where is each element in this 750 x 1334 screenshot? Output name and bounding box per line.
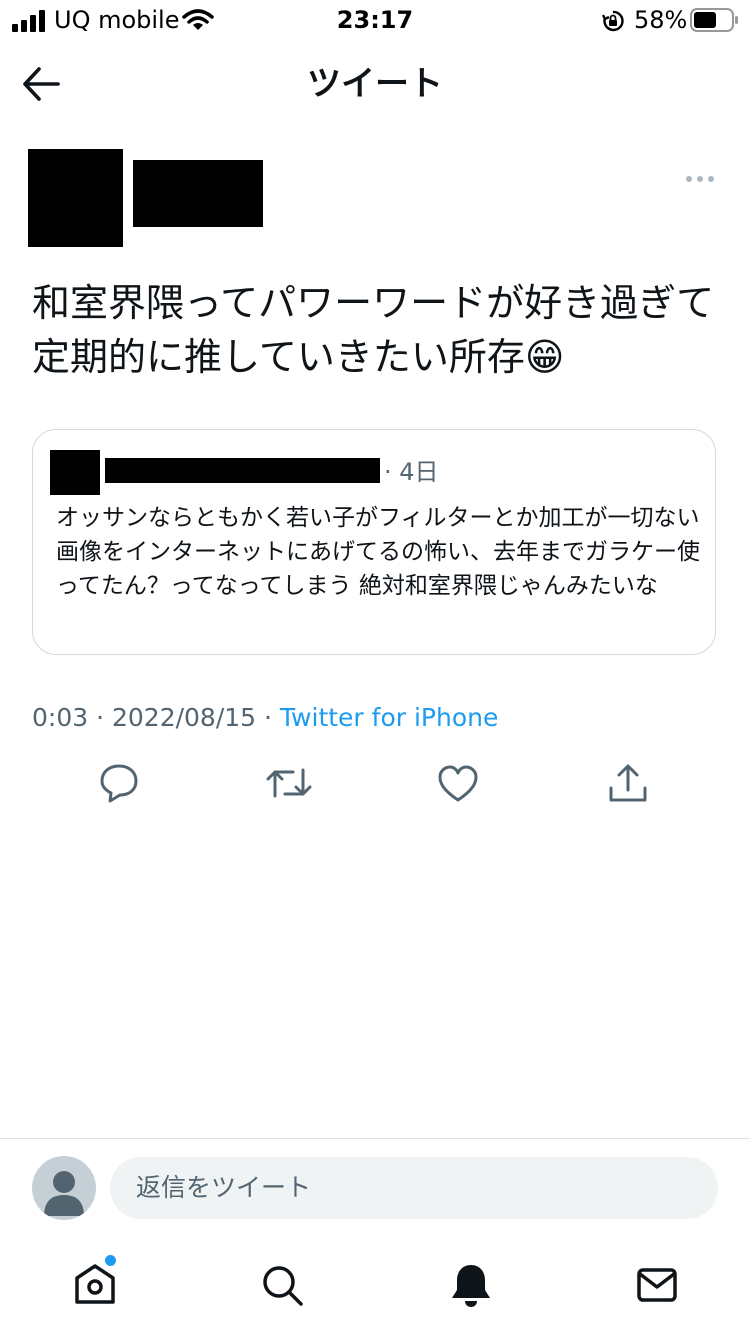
- home-icon[interactable]: [72, 1262, 118, 1306]
- battery-icon: [690, 8, 738, 32]
- orientation-lock-icon: [602, 10, 624, 32]
- status-bar: UQ mobile 23:17 58%: [0, 0, 750, 40]
- quoted-time: · 4日: [384, 458, 439, 486]
- retweet-icon[interactable]: [265, 762, 313, 804]
- tweet-text: 和室界隈ってパワーワードが好き過ぎて定期的に推していきたい所存😁: [32, 281, 715, 379]
- bell-icon[interactable]: [449, 1262, 493, 1308]
- reply-bubble-icon[interactable]: [98, 762, 140, 804]
- battery-percent: 58%: [634, 6, 688, 34]
- tweet-timestamp: 0:03 · 2022/08/15 ·: [32, 703, 280, 732]
- tweet-source-link[interactable]: Twitter for iPhone: [280, 703, 498, 732]
- avatar[interactable]: [28, 149, 123, 247]
- reply-input[interactable]: 返信をツイート: [110, 1157, 718, 1219]
- divider: [0, 1138, 750, 1139]
- page-title: ツイート: [307, 64, 443, 104]
- quoted-avatar: [50, 450, 100, 495]
- user-avatar[interactable]: [32, 1156, 96, 1220]
- tweet-meta: 0:03 · 2022/08/15 · Twitter for iPhone: [32, 702, 498, 734]
- quoted-author-name: [105, 458, 380, 483]
- envelope-icon[interactable]: [636, 1266, 678, 1304]
- share-icon[interactable]: [607, 762, 649, 804]
- home-notification-dot: [105, 1255, 116, 1266]
- more-dots-icon[interactable]: [684, 172, 716, 186]
- author-name[interactable]: [133, 160, 263, 227]
- search-icon[interactable]: [260, 1263, 306, 1309]
- default-avatar-icon: [44, 1171, 84, 1216]
- quoted-text: オッサンならともかく若い子がフィルターとか加工が一切ない画像をインターネットにあ…: [56, 505, 700, 599]
- heart-icon[interactable]: [437, 764, 479, 804]
